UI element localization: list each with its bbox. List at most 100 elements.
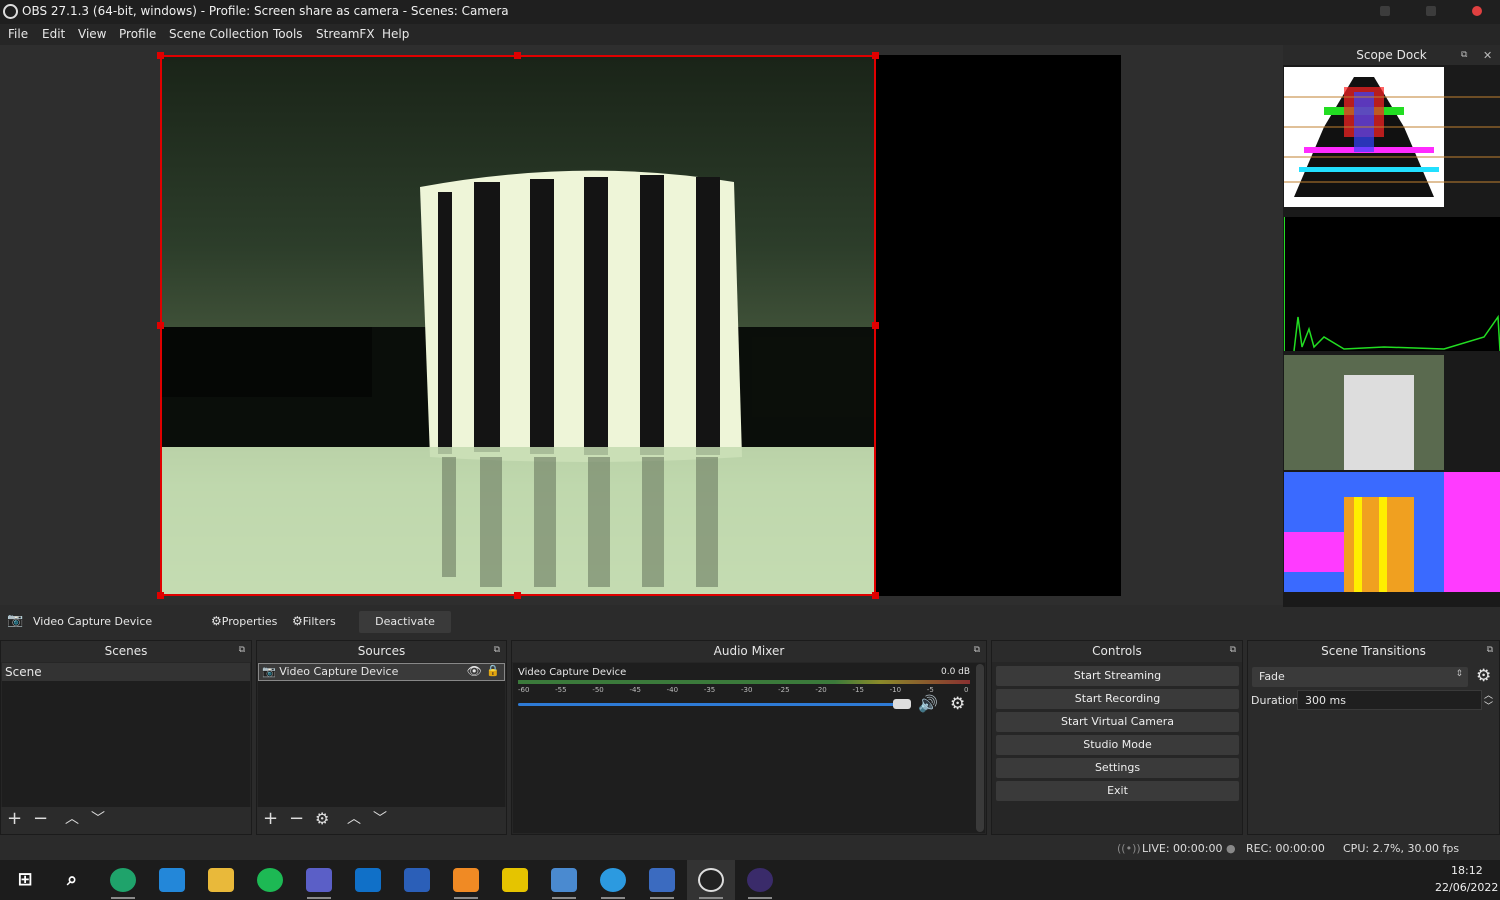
eclipse-icon[interactable] — [747, 868, 773, 892]
source-item[interactable]: 📷 Video Capture Device 👁 🔒 — [258, 663, 505, 681]
obs-logo-icon — [3, 4, 18, 19]
gear-icon[interactable]: ⚙ — [315, 810, 329, 828]
app-icon[interactable] — [600, 868, 626, 892]
menu-help[interactable]: Help — [382, 27, 409, 41]
meter-tick-label: -30 — [741, 686, 753, 694]
resize-handle[interactable] — [514, 52, 521, 59]
popout-icon[interactable]: ⧉ — [239, 645, 245, 655]
windows-start-icon[interactable]: ⊞ — [12, 868, 38, 892]
lock-icon[interactable]: 🔒 — [486, 664, 500, 677]
outlook-icon[interactable] — [355, 868, 381, 892]
move-up-icon[interactable]: ︿ — [65, 810, 79, 828]
sources-title: Sources ⧉ — [257, 641, 506, 662]
remove-icon[interactable]: − — [33, 810, 48, 828]
close-button[interactable] — [1472, 6, 1482, 16]
menu-file[interactable]: File — [8, 27, 28, 41]
resize-handle[interactable] — [514, 592, 521, 599]
scenes-toolbar: + − ︿ ﹀ — [1, 807, 251, 834]
gear-icon[interactable]: ⚙ — [1476, 666, 1491, 686]
exit-button[interactable]: Exit — [996, 781, 1239, 801]
decrement-icon[interactable]: ﹀ — [1484, 699, 1493, 712]
resize-handle[interactable] — [872, 592, 879, 599]
speaker-icon[interactable]: 🔊 — [918, 694, 938, 713]
popout-icon[interactable]: ⧉ — [1461, 50, 1467, 60]
record-dot-icon: ● — [1226, 842, 1236, 855]
deactivate-button[interactable]: Deactivate — [359, 611, 451, 633]
clock-date[interactable]: 22/06/2022 — [1435, 881, 1498, 894]
popout-icon[interactable]: ⧉ — [1230, 645, 1236, 655]
selection-box[interactable] — [160, 55, 876, 596]
menu-tools[interactable]: Tools — [273, 27, 303, 41]
popout-icon[interactable]: ⧉ — [494, 645, 500, 655]
chevron-updown-icon: ⇕ — [1455, 669, 1463, 679]
studio-mode-button[interactable]: Studio Mode — [996, 735, 1239, 755]
teams-icon[interactable] — [306, 868, 332, 892]
clock-time[interactable]: 18:12 — [1451, 864, 1483, 877]
meter-tick-label: -5 — [926, 686, 934, 694]
mixer-scrollbar[interactable] — [976, 664, 984, 832]
filters-button[interactable]: ⚙Filters — [292, 611, 336, 633]
popout-icon[interactable]: ⧉ — [1487, 645, 1493, 655]
scenes-title: Scenes ⧉ — [1, 641, 251, 662]
start-virtual-camera-button[interactable]: Start Virtual Camera — [996, 712, 1239, 732]
app-icon[interactable] — [649, 868, 675, 892]
app-icon[interactable] — [453, 868, 479, 892]
move-up-icon[interactable]: ︿ — [347, 810, 361, 828]
resize-handle[interactable] — [157, 52, 164, 59]
edge-dev-icon[interactable] — [110, 868, 136, 892]
move-down-icon[interactable]: ﹀ — [373, 810, 387, 828]
filter-icon: ⚙ — [292, 614, 303, 628]
meter-tick-label: -45 — [629, 686, 641, 694]
resize-handle[interactable] — [157, 322, 164, 329]
remove-icon[interactable]: − — [289, 810, 304, 828]
duration-input[interactable]: 300 ms — [1297, 690, 1482, 710]
scope-dock: Scope Dock ⧉ ✕ — [1283, 45, 1500, 636]
resize-handle[interactable] — [872, 322, 879, 329]
level-meter — [518, 680, 970, 684]
visibility-icon[interactable]: 👁 — [467, 664, 482, 678]
app-icon[interactable] — [551, 868, 577, 892]
resize-handle[interactable] — [872, 52, 879, 59]
settings-button[interactable]: Settings — [996, 758, 1239, 778]
gear-icon[interactable]: ⚙ — [950, 694, 965, 714]
scope-dock-title: Scope Dock — [1283, 45, 1500, 65]
move-down-icon[interactable]: ﹀ — [91, 810, 105, 828]
start-recording-button[interactable]: Start Recording — [996, 689, 1239, 709]
resize-handle[interactable] — [157, 592, 164, 599]
menu-profile[interactable]: Profile — [119, 27, 156, 41]
properties-button[interactable]: ⚙Properties — [211, 611, 277, 633]
menu-streamfx[interactable]: StreamFX — [316, 27, 375, 41]
menu-view[interactable]: View — [78, 27, 106, 41]
controls-title: Controls ⧉ — [992, 641, 1242, 662]
selected-source-name: Video Capture Device — [33, 615, 153, 628]
camera-icon: 📷 — [7, 613, 24, 628]
file-explorer-icon[interactable] — [208, 868, 234, 892]
obs-icon[interactable] — [698, 868, 724, 892]
scene-transitions-title: Scene Transitions ⧉ — [1248, 641, 1499, 662]
channel-level: 0.0 dB — [941, 667, 971, 677]
volume-slider-handle[interactable] — [893, 699, 911, 709]
transition-select[interactable]: Fade ⇕ — [1252, 667, 1468, 687]
source-toolbar: 📷 Video Capture Device ⚙Properties ⚙Filt… — [0, 607, 1500, 637]
maximize-button[interactable] — [1426, 6, 1436, 16]
meter-tick-label: -40 — [666, 686, 679, 694]
word-icon[interactable] — [404, 868, 430, 892]
scenes-list: Scene — [2, 663, 250, 807]
gear-icon: ⚙ — [211, 614, 222, 628]
vscode-icon[interactable] — [159, 868, 185, 892]
menu-edit[interactable]: Edit — [42, 27, 65, 41]
scene-item[interactable]: Scene — [2, 663, 250, 681]
add-icon[interactable]: + — [263, 810, 278, 828]
live-status: LIVE: 00:00:00 — [1142, 842, 1223, 855]
start-streaming-button[interactable]: Start Streaming — [996, 666, 1239, 686]
menu-scene-collection[interactable]: Scene Collection — [169, 27, 269, 41]
app-icon[interactable] — [502, 868, 528, 892]
search-icon[interactable]: ⌕ — [59, 868, 85, 892]
add-icon[interactable]: + — [7, 810, 22, 828]
windows-taskbar: ⊞ ⌕ 18:12 22/06/2022 — [0, 860, 1500, 900]
close-icon[interactable]: ✕ — [1483, 49, 1492, 62]
popout-icon[interactable]: ⧉ — [974, 645, 980, 655]
volume-slider[interactable] — [518, 703, 910, 706]
minimize-button[interactable] — [1380, 6, 1390, 16]
spotify-icon[interactable] — [257, 868, 283, 892]
